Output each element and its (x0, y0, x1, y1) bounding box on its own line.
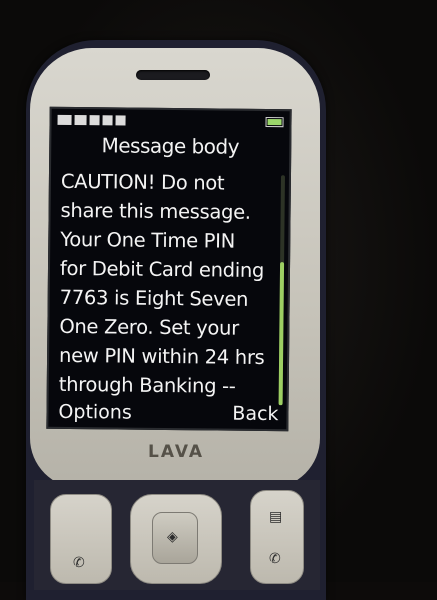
status-bar (57, 113, 284, 129)
back-softkey[interactable]: Back (232, 403, 278, 425)
brand-logo: LAVA (148, 442, 204, 462)
profile-indicator-icon (115, 115, 126, 126)
message-line: Your One Time PIN (60, 227, 236, 253)
call-key[interactable]: ✆ (50, 494, 112, 584)
message-line: CAUTION! Do not (60, 169, 225, 195)
signal-icon (57, 114, 72, 125)
call-icon: ✆ (73, 555, 85, 571)
select-icon: ◈ (167, 529, 178, 545)
scrollbar[interactable] (278, 175, 285, 406)
menu-icon: ▤ (269, 509, 283, 525)
battery-icon (265, 117, 284, 128)
scrollbar-thumb[interactable] (278, 262, 285, 406)
screen-title: Message body (101, 133, 240, 159)
phone-screen: Message body CAUTION! Do not share this … (46, 106, 292, 432)
options-softkey[interactable]: Options (58, 401, 132, 424)
network-icon (74, 115, 87, 126)
message-line: for Debit Card ending (59, 256, 265, 282)
message-line: 7763 is Eight Seven (59, 285, 249, 311)
message-line: through Banking -- (58, 372, 236, 398)
message-line: share this message. (60, 198, 251, 224)
message-body: CAUTION! Do not share this message. Your… (59, 167, 275, 401)
message-line: new PIN within 24 hrs (58, 343, 265, 370)
message-indicator-icon (89, 115, 100, 126)
message-line: One Zero. Set your (59, 314, 240, 340)
earpiece-speaker (136, 70, 210, 80)
alarm-indicator-icon (102, 115, 113, 126)
end-call-key[interactable]: ▤ ✆ (250, 490, 304, 584)
center-select-key[interactable]: ◈ (152, 512, 198, 564)
end-call-icon: ✆ (269, 551, 281, 567)
